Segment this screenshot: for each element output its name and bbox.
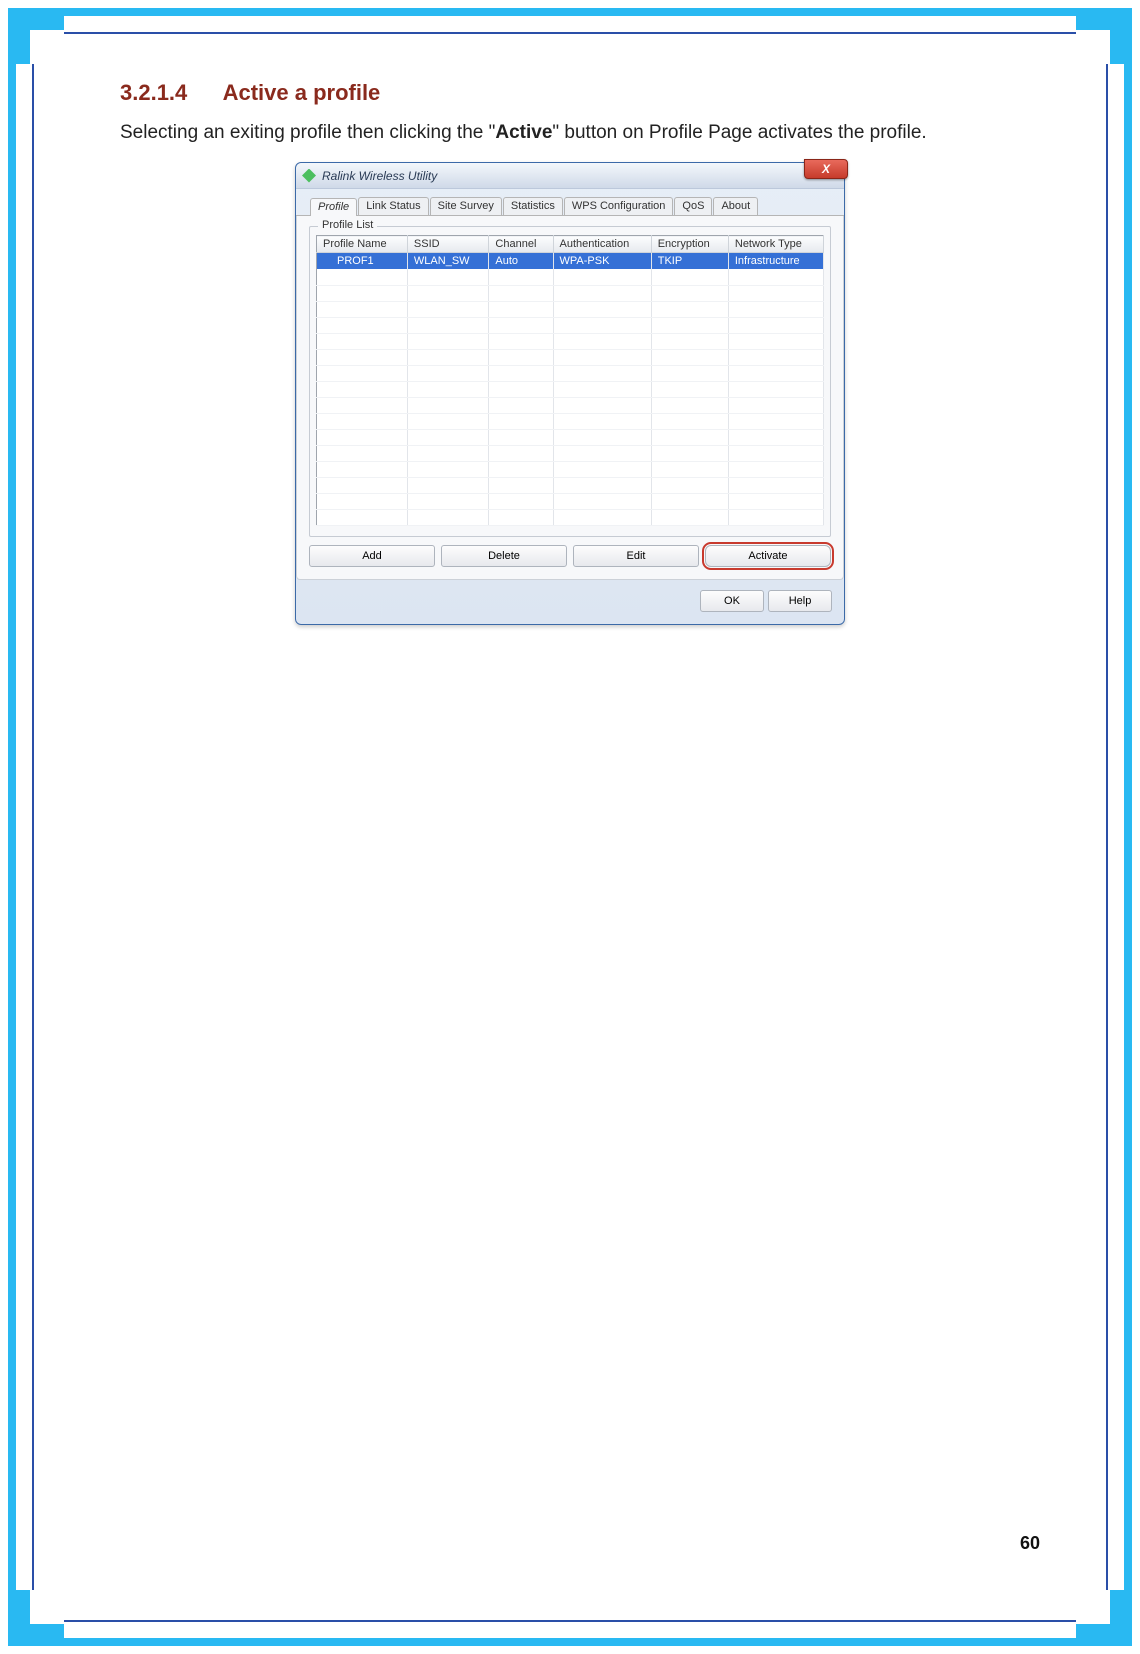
section-number: 3.2.1.4 — [120, 80, 187, 105]
table-row[interactable] — [317, 413, 824, 429]
col-channel[interactable]: Channel — [489, 236, 553, 253]
section-paragraph: Selecting an exiting profile then clicki… — [120, 114, 1020, 152]
action-button-row: Add Delete Edit Activate — [309, 545, 831, 567]
tab-statistics[interactable]: Statistics — [503, 197, 563, 215]
page-number: 60 — [1020, 1533, 1040, 1554]
table-row[interactable] — [317, 509, 824, 525]
profile-table[interactable]: Profile Name SSID Channel Authentication… — [316, 235, 824, 526]
table-row[interactable] — [317, 461, 824, 477]
titlebar[interactable]: Ralink Wireless Utility X — [296, 163, 844, 189]
col-profile-name[interactable]: Profile Name — [317, 236, 408, 253]
tab-wps-configuration[interactable]: WPS Configuration — [564, 197, 674, 215]
add-button[interactable]: Add — [309, 545, 435, 567]
close-button[interactable]: X — [804, 159, 848, 179]
table-row[interactable] — [317, 317, 824, 333]
table-row[interactable]: PROF1WLAN_SWAutoWPA-PSKTKIPInfrastructur… — [317, 253, 824, 270]
table-row[interactable] — [317, 445, 824, 461]
table-row[interactable] — [317, 285, 824, 301]
table-row[interactable] — [317, 333, 824, 349]
help-button[interactable]: Help — [768, 590, 832, 612]
col-ssid[interactable]: SSID — [407, 236, 488, 253]
col-network-type[interactable]: Network Type — [728, 236, 823, 253]
close-icon: X — [822, 162, 830, 176]
tab-about[interactable]: About — [713, 197, 758, 215]
col-authentication[interactable]: Authentication — [553, 236, 651, 253]
table-row[interactable] — [317, 381, 824, 397]
table-row[interactable] — [317, 301, 824, 317]
footer-button-row: OK Help — [296, 580, 844, 624]
table-row[interactable] — [317, 429, 824, 445]
corner-decoration — [1076, 1590, 1124, 1638]
ok-button[interactable]: OK — [700, 590, 764, 612]
table-row[interactable] — [317, 493, 824, 509]
dialog-window: Ralink Wireless Utility X Profile Link S… — [295, 162, 845, 625]
tab-link-status[interactable]: Link Status — [358, 197, 428, 215]
app-icon — [302, 169, 316, 183]
corner-decoration — [1076, 16, 1124, 64]
delete-button[interactable]: Delete — [441, 545, 567, 567]
section-heading: 3.2.1.4 Active a profile — [120, 80, 1020, 106]
table-row[interactable] — [317, 477, 824, 493]
table-row[interactable] — [317, 397, 824, 413]
table-row[interactable] — [317, 365, 824, 381]
window-title: Ralink Wireless Utility — [322, 169, 437, 183]
tab-profile[interactable]: Profile — [310, 198, 357, 216]
corner-decoration — [16, 16, 64, 64]
tab-site-survey[interactable]: Site Survey — [430, 197, 502, 215]
col-encryption[interactable]: Encryption — [651, 236, 728, 253]
table-row[interactable] — [317, 269, 824, 285]
group-legend: Profile List — [318, 219, 377, 231]
profile-list-group: Profile List Profile Name SSID Channel A… — [309, 226, 831, 537]
activate-button[interactable]: Activate — [705, 545, 831, 567]
section-title: Active a profile — [223, 80, 381, 105]
tab-body: Profile List Profile Name SSID Channel A… — [296, 216, 844, 580]
edit-button[interactable]: Edit — [573, 545, 699, 567]
table-row[interactable] — [317, 349, 824, 365]
tab-strip: Profile Link Status Site Survey Statisti… — [296, 189, 844, 216]
tab-qos[interactable]: QoS — [674, 197, 712, 215]
corner-decoration — [16, 1590, 64, 1638]
